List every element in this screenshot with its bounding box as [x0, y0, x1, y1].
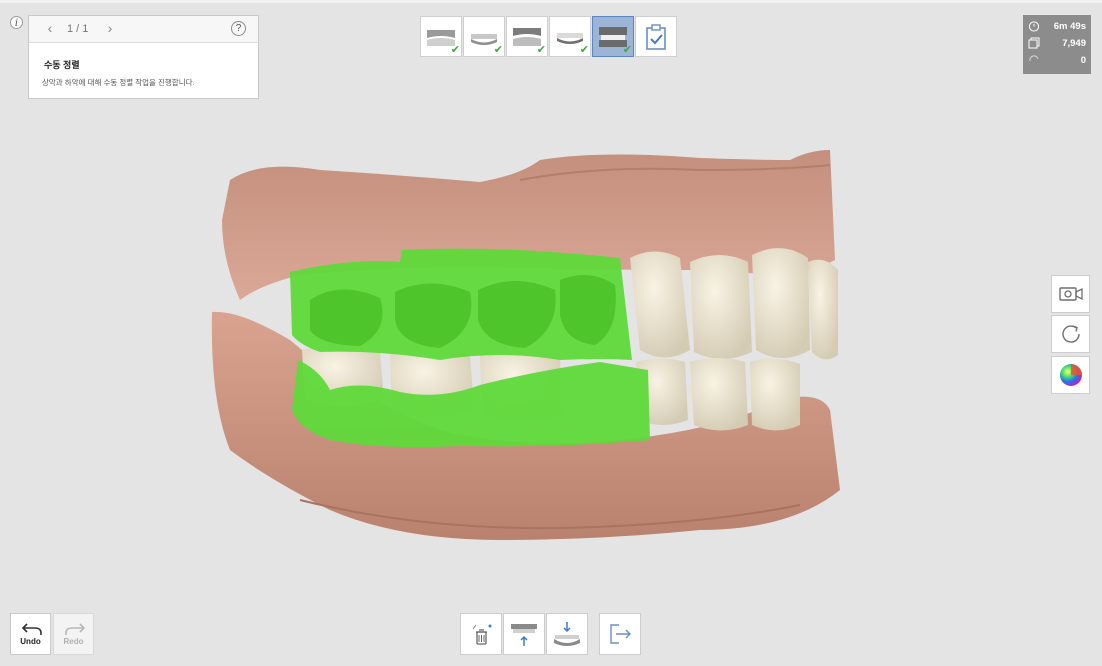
chevron-left-icon[interactable]: ‹ [43, 20, 57, 36]
stat-time: 6m 49s [1023, 19, 1091, 35]
denture-3d-model[interactable] [200, 140, 860, 560]
aligned-region-overlay [290, 248, 650, 448]
undo-button[interactable]: Undo [10, 613, 51, 655]
stage-occlusion[interactable]: ✔ [592, 16, 634, 57]
stat-time-value: 6m 49s [1053, 21, 1086, 32]
stage-lower-jaw[interactable]: ✔ [463, 16, 505, 57]
stat-rotations: 0 [1023, 53, 1091, 69]
rotate-icon [1061, 325, 1080, 343]
guide-header: ‹ 1 / 1 › ? [29, 16, 258, 43]
scan-stats-panel: 6m 49s 7,949 0 [1023, 15, 1091, 74]
exit-icon [610, 624, 631, 644]
reset-view-button[interactable] [1051, 315, 1090, 353]
stat-rotations-value: 0 [1080, 55, 1086, 66]
check-icon: ✔ [493, 44, 503, 56]
color-map-button[interactable] [1051, 356, 1090, 394]
timer-icon [1028, 21, 1040, 32]
guide-page-indicator: 1 / 1 [67, 23, 89, 35]
check-icon: ✔ [536, 44, 546, 56]
help-icon[interactable]: ? [231, 21, 246, 36]
stat-shots: 7,949 [1023, 36, 1091, 52]
cleanup-icon [472, 624, 492, 645]
redo-label: Redo [63, 637, 84, 646]
move-lower-button[interactable] [546, 613, 588, 655]
stage-toolbar: ✔ ✔ ✔ ✔ ✔ [420, 16, 677, 57]
color-map-icon [1059, 364, 1082, 386]
stage-review[interactable] [635, 16, 677, 57]
undo-icon [21, 623, 42, 635]
redo-icon [65, 623, 86, 635]
info-icon[interactable]: i [10, 16, 23, 29]
guide-panel: ‹ 1 / 1 › ? 수동 정렬 상악과 하악에 대해 수동 정렬 작업을 진… [28, 15, 259, 99]
check-icon: ✔ [579, 44, 589, 56]
stage-upper-denture[interactable]: ✔ [506, 16, 548, 57]
guide-description: 상악과 하악에 대해 수동 정렬 작업을 진행합니다. [42, 78, 195, 87]
stat-shots-value: 7,949 [1062, 38, 1086, 49]
exit-button[interactable] [599, 613, 641, 655]
stage-upper-jaw[interactable]: ✔ [420, 16, 462, 57]
rotation-icon [1029, 55, 1039, 62]
chevron-right-icon[interactable]: › [103, 20, 117, 36]
undo-label: Undo [20, 637, 41, 646]
frames-icon [1028, 37, 1040, 49]
check-icon: ✔ [622, 44, 632, 56]
lower-jaw-move-icon [554, 622, 580, 646]
check-icon: ✔ [450, 44, 460, 56]
upper-jaw-move-icon [511, 624, 537, 646]
top-border [0, 0, 1102, 3]
stage-lower-denture[interactable]: ✔ [549, 16, 591, 57]
redo-button[interactable]: Redo [53, 613, 94, 655]
move-upper-button[interactable] [503, 613, 545, 655]
review-clipboard-icon [646, 23, 666, 50]
cleanup-button[interactable] [460, 613, 502, 655]
capture-button[interactable] [1051, 275, 1090, 313]
guide-title: 수동 정렬 [44, 60, 80, 70]
camera-icon [1058, 287, 1083, 301]
